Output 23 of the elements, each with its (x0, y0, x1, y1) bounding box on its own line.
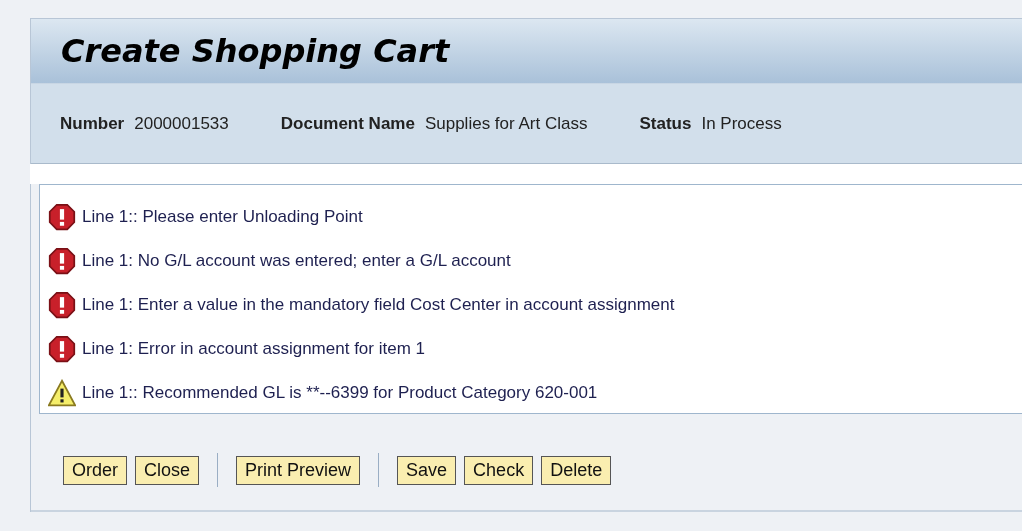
field-value: 2000001533 (134, 113, 229, 134)
field-label: Status (639, 113, 692, 134)
field-value: In Process (701, 113, 782, 134)
message-text: Line 1: Enter a value in the mandatory field Cost Center in account assignment (82, 295, 675, 315)
message-text: Line 1: Error in account assignment for item 1 (82, 339, 425, 359)
page-title: Create Shopping Cart (61, 32, 450, 70)
toolbar-button[interactable]: Close (135, 455, 200, 485)
toolbar-button[interactable]: Check (464, 455, 534, 485)
toolbar-button[interactable]: Delete (541, 455, 612, 485)
error-icon (48, 335, 76, 363)
field-value: Supplies for Art Class (424, 113, 588, 134)
message-text: Line 1:: Recommended GL is **--6399 for Product Category 620-001 (82, 383, 598, 403)
message-text: Line 1: No G/L account was entered; enter a G/L account (82, 251, 511, 271)
field-label: Number (60, 113, 125, 134)
error-icon (48, 203, 76, 231)
toolbar-button[interactable]: Order (63, 455, 127, 485)
message-text: Line 1:: Please enter Unloading Point (82, 207, 363, 227)
error-icon (48, 291, 76, 319)
warning-icon (48, 379, 76, 407)
toolbar-button[interactable]: Print Preview (236, 455, 361, 485)
toolbar-button[interactable]: Save (397, 455, 457, 485)
field-label: Document Name (280, 113, 415, 134)
error-icon (48, 247, 76, 275)
